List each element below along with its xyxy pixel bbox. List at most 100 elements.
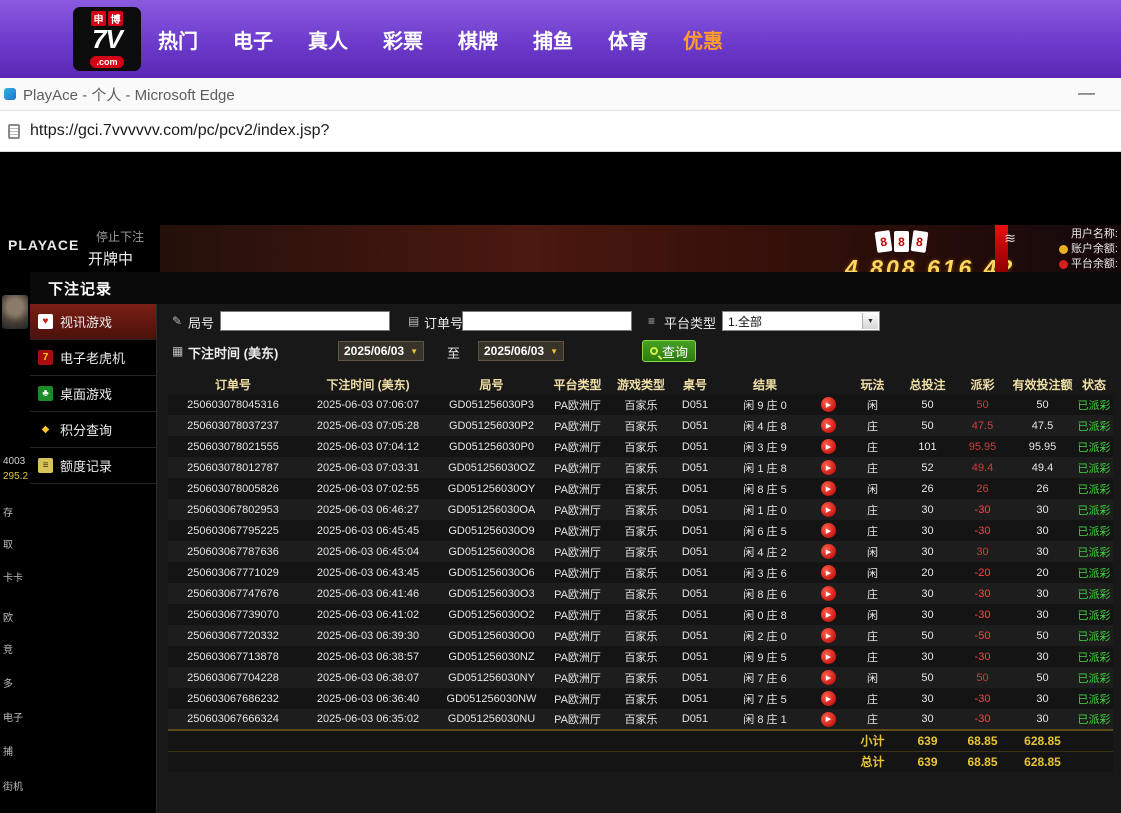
pencil-icon: ✎ [172,314,182,328]
table-body: 2506030780453162025-06-03 07:06:07GD0512… [168,394,1113,730]
address-bar[interactable]: https://gci.7vvvvvv.com/pc/pcv2/index.js… [0,111,1121,152]
background-fragment: 捕 [3,743,13,758]
search-button-label: 查询 [662,342,688,361]
date-from-picker[interactable]: 2025/06/03 ▼ [338,341,424,361]
site-navbar: 申 博 7V .com 热门 电子 真人 彩票 棋牌 捕鱼 体育 优惠 [0,0,1121,78]
chevron-down-icon[interactable]: ▼ [862,313,878,329]
background-left-strip: 4003295.2存取卡卡欧竞多电子捕街机 [0,272,30,813]
bet-record-row: 2506030677138782025-06-03 06:38:57GD0512… [168,646,1113,667]
column-header: 游戏类型 [610,374,672,394]
replay-button[interactable]: ▶ [821,628,836,643]
sidebar-item-视讯游戏[interactable]: ♥ 视讯游戏 [30,304,156,340]
nav-item-捕鱼[interactable]: 捕鱼 [533,25,573,54]
table-header-row: 订单号下注时间 (美东)局号平台类型游戏类型桌号结果玩法总投注派彩有效投注额状态 [168,374,1113,394]
sidebar-item-label: 视讯游戏 [60,312,112,331]
records-icon: ≡ [38,458,53,473]
nav-item-真人[interactable]: 真人 [308,25,348,54]
sidebar-item-label: 电子老虎机 [60,348,125,367]
column-header: 玩法 [845,374,900,394]
replay-button[interactable]: ▶ [821,523,836,538]
total-payout: 68.85 [955,751,1010,772]
window-titlebar: PlayAce - 个人 - Microsoft Edge — [0,78,1121,111]
bet-record-row: 2506030676663242025-06-03 06:35:02GD0512… [168,709,1113,730]
bet-record-row: 2506030780058262025-06-03 07:02:55GD0512… [168,478,1113,499]
subtotal-valid: 628.85 [1010,730,1075,751]
background-fragment: 卡卡 [3,569,23,584]
nav-item-棋牌[interactable]: 棋牌 [458,25,498,54]
panel-sidebar: ♥ 视讯游戏 7 电子老虎机 ♣桌面游戏 ◆ 积分查询 ≡额度记录 [30,304,157,813]
total-bet: 639 [900,751,955,772]
sidebar-item-label: 积分查询 [60,420,112,439]
background-fragment: 295.2 [3,471,28,482]
sidebar-item-电子老虎机[interactable]: 7 电子老虎机 [30,340,156,376]
bet-records-table: 订单号下注时间 (美东)局号平台类型游戏类型桌号结果玩法总投注派彩有效投注额状态… [168,374,1113,772]
nav-item-体育[interactable]: 体育 [608,25,648,54]
nav-item-优惠[interactable]: 优惠 [683,25,723,54]
account-icon [1059,230,1068,239]
replay-button[interactable]: ▶ [821,418,836,433]
search-button[interactable]: 查询 [642,340,696,362]
order-input[interactable] [462,311,632,331]
replay-button[interactable]: ▶ [821,565,836,580]
replay-button[interactable]: ▶ [821,691,836,706]
background-fragment: 多 [3,675,13,690]
video-game-icon: ♥ [38,314,53,329]
column-header: 下注时间 (美东) [298,374,438,394]
replay-button[interactable]: ▶ [821,439,836,454]
playing-card: 8 [894,231,909,252]
chevron-down-icon: ▼ [550,347,558,356]
deal-status-label: 开牌中 [88,248,133,269]
date-to-picker[interactable]: 2025/06/03 ▼ [478,341,564,361]
column-header: 总投注 [900,374,955,394]
bet-record-row: 2506030677952252025-06-03 06:45:45GD0512… [168,520,1113,541]
bet-record-row: 2506030780453162025-06-03 07:06:07GD0512… [168,394,1113,415]
panel-body: ♥视讯游戏7电子老虎机♣桌面游戏◆积分查询≡额度记录 ✎ 局号 ▤ 订单号 ≡ … [30,304,1121,813]
banner-account: 用户名称:账户余额:平台余额: [1059,227,1118,272]
round-label: 局号 [188,313,214,332]
replay-button[interactable]: ▶ [821,712,836,727]
bet-record-row: 2506030677710292025-06-03 06:43:45GD0512… [168,562,1113,583]
jackpot-counter: 4 808 616 42 [845,255,1015,272]
subtotal-payout: 68.85 [955,730,1010,751]
round-input[interactable] [220,311,390,331]
total-row: 总计 639 68.85 628.85 [168,751,1113,772]
replay-button[interactable]: ▶ [821,481,836,496]
screen: 申 博 7V .com 热门电子真人彩票棋牌捕鱼体育优惠 PlayAce - 个… [0,0,1121,813]
background-fragment: 欧 [3,609,13,624]
page-icon [8,124,20,139]
account-icon [1059,245,1068,254]
bet-record-row: 2506030780372372025-06-03 07:05:28GD0512… [168,415,1113,436]
points-icon: ◆ [38,422,53,437]
to-label: 至 [447,343,460,362]
replay-button[interactable]: ▶ [821,502,836,517]
date-to-value: 2025/06/03 [484,344,544,358]
replay-button[interactable]: ▶ [821,670,836,685]
replay-button[interactable]: ▶ [821,586,836,601]
slot-machine-icon: 7 [38,350,53,365]
bet-record-row: 2506030677042282025-06-03 06:38:07GD0512… [168,667,1113,688]
wifi-icon: ≋ [1004,230,1016,247]
column-header: 结果 [718,374,812,394]
sidebar-item-桌面游戏[interactable]: ♣桌面游戏 [30,376,156,412]
replay-button[interactable]: ▶ [821,397,836,412]
sidebar-item-额度记录[interactable]: ≡额度记录 [30,448,156,484]
nav-item-电子[interactable]: 电子 [233,25,273,54]
replay-button[interactable]: ▶ [821,460,836,475]
site-logo[interactable]: 申 博 7V .com [73,7,141,71]
search-icon [650,347,658,355]
background-fragment: 竞 [3,641,13,656]
replay-button[interactable]: ▶ [821,607,836,622]
nav-item-彩票[interactable]: 彩票 [383,25,423,54]
site-banner: PLAYACE 停止下注 开牌中 888 4 808 616 42 ≋ 用户名称… [0,225,1121,272]
replay-button[interactable]: ▶ [821,649,836,664]
minimize-button[interactable]: — [1078,78,1095,111]
stop-bet-label: 停止下注 [96,228,144,245]
nav-item-热门[interactable]: 热门 [158,25,198,54]
url-text[interactable]: https://gci.7vvvvvv.com/pc/pcv2/index.js… [30,122,329,140]
replay-button[interactable]: ▶ [821,544,836,559]
playace-logo: PLAYACE [8,237,79,253]
sidebar-item-积分查询[interactable]: ◆ 积分查询 [30,412,156,448]
calendar-icon: ▦ [172,344,183,358]
background-fragment: 电子 [3,709,23,724]
platform-select[interactable]: 1.全部 ▼ [722,311,880,331]
